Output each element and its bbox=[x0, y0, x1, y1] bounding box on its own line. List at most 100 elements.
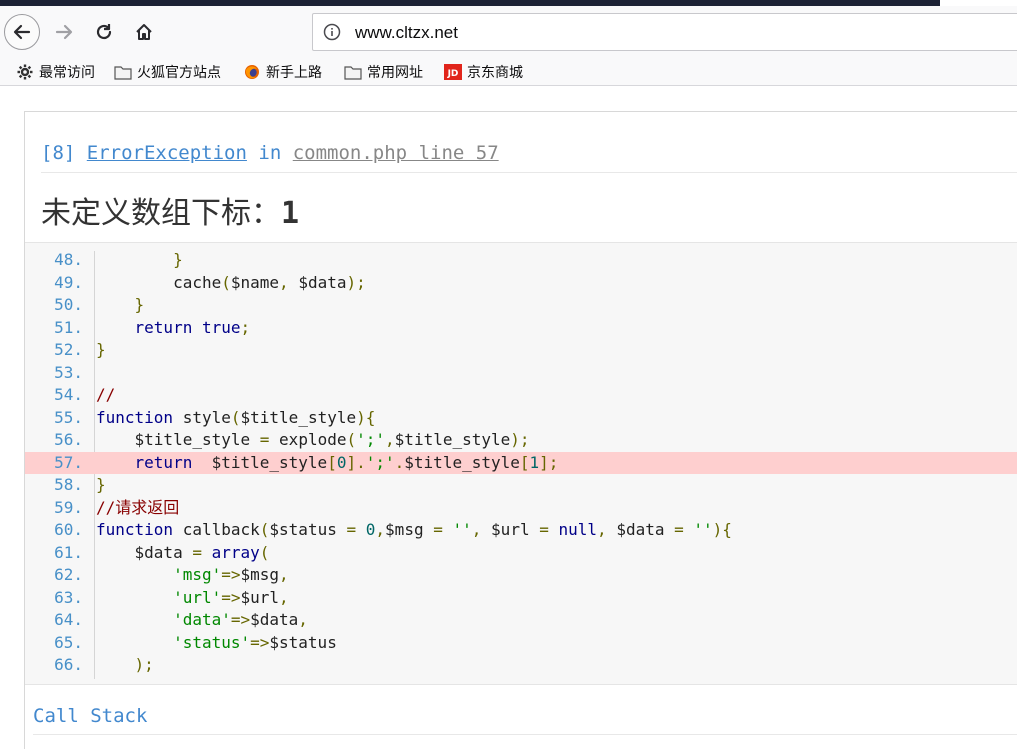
code-text: function callback($status = 0,$msg = '',… bbox=[96, 520, 732, 539]
jd-icon: JD bbox=[444, 64, 462, 80]
message-index: 1 bbox=[281, 196, 300, 231]
bookmark-label: 京东商城 bbox=[467, 65, 523, 81]
back-button[interactable] bbox=[4, 14, 40, 50]
divider bbox=[33, 734, 1017, 735]
code-text: //请求返回 bbox=[96, 497, 180, 517]
home-button[interactable] bbox=[126, 14, 162, 50]
file-location-link[interactable]: common.php line 57 bbox=[293, 142, 499, 164]
line-number: 51. bbox=[54, 317, 83, 337]
code-line: 66. ); bbox=[25, 654, 1017, 677]
code-line: 55. function style($title_style){ bbox=[25, 407, 1017, 430]
url-bar[interactable]: www.cltzx.net bbox=[312, 13, 1017, 51]
code-line: 48. } bbox=[25, 249, 1017, 272]
code-text: $data = array( bbox=[134, 542, 270, 562]
code-line: 49. cache($name, $data); bbox=[25, 272, 1017, 295]
message-text: 未定义数组下标： bbox=[41, 196, 281, 231]
code-text: $title_style = explode(';',$title_style)… bbox=[134, 430, 530, 449]
code-text: 'status'=>$status bbox=[173, 632, 337, 652]
line-number: 65. bbox=[54, 632, 83, 652]
bookmark-jd-mall[interactable]: JD 京东商城 bbox=[444, 61, 523, 83]
code-text: } bbox=[134, 295, 145, 314]
code-line: 54. // bbox=[25, 384, 1017, 407]
code-text: ); bbox=[134, 655, 154, 674]
divider bbox=[41, 172, 1017, 173]
svg-text:JD: JD bbox=[447, 69, 459, 79]
code-line: 60. function callback($status = 0,$msg = … bbox=[25, 519, 1017, 542]
bookmark-label: 常用网址 bbox=[367, 65, 423, 81]
code-line: 58.} bbox=[25, 474, 1017, 497]
code-text: return $title_style[0].';'.$title_style[… bbox=[134, 452, 559, 472]
reload-icon bbox=[96, 24, 112, 40]
code-text: function style($title_style){ bbox=[96, 407, 376, 427]
line-number: 49. bbox=[54, 272, 83, 292]
bookmark-getting-started[interactable]: 新手上路 bbox=[243, 61, 322, 83]
code-line: 61. $data = array( bbox=[25, 542, 1017, 565]
line-number: 53. bbox=[54, 362, 83, 382]
exception-header: [8] ErrorException in common.php line 57… bbox=[25, 112, 1017, 242]
home-icon bbox=[136, 24, 152, 40]
arrow-right-icon bbox=[55, 24, 73, 40]
call-stack-heading: Call Stack bbox=[33, 705, 148, 727]
in-word: in bbox=[258, 142, 282, 164]
code-text: } bbox=[173, 250, 183, 269]
error-code-line: 57. return $title_style[0].';'.$title_st… bbox=[25, 451, 1017, 474]
line-number: 57. bbox=[54, 452, 83, 472]
arrow-left-icon bbox=[13, 24, 31, 40]
code-text: } bbox=[96, 475, 106, 494]
bookmark-label: 最常访问 bbox=[39, 65, 95, 81]
forward-button[interactable] bbox=[46, 14, 82, 50]
code-line: 62. 'msg'=>$msg, bbox=[25, 564, 1017, 587]
line-number: 54. bbox=[54, 385, 83, 404]
code-text: cache($name, $data); bbox=[173, 272, 366, 292]
line-number: 64. bbox=[54, 610, 83, 629]
page-content: [8] ErrorException in common.php line 57… bbox=[0, 86, 1017, 749]
code-text: 'msg'=>$msg, bbox=[173, 565, 289, 584]
gear-icon bbox=[17, 64, 33, 80]
code-text: 'data'=>$data, bbox=[173, 610, 308, 629]
line-number: 62. bbox=[54, 565, 83, 584]
line-number: 48. bbox=[54, 250, 83, 269]
bookmark-label: 新手上路 bbox=[266, 65, 322, 81]
line-number: 58. bbox=[54, 475, 83, 494]
code-line: 53. bbox=[25, 362, 1017, 385]
source-code-block: 48. } 49. cache($name, $data); 50. } 51. re… bbox=[25, 242, 1017, 685]
code-text: 'url'=>$url, bbox=[173, 587, 289, 607]
line-number: 56. bbox=[54, 430, 83, 449]
info-icon[interactable] bbox=[323, 23, 341, 41]
code-line: 52.} bbox=[25, 339, 1017, 362]
line-number: 52. bbox=[54, 340, 83, 359]
bookmarks-bar: 最常访问 火狐官方站点 新手上路 常用网址 JD 京东商城 bbox=[0, 58, 1017, 86]
code-text: } bbox=[96, 340, 106, 359]
reload-button[interactable] bbox=[86, 14, 122, 50]
code-line: 51. return true; bbox=[25, 317, 1017, 340]
bookmark-most-visited[interactable]: 最常访问 bbox=[16, 61, 95, 83]
code-text: return true; bbox=[134, 317, 251, 337]
exception-panel: [8] ErrorException in common.php line 57… bbox=[24, 111, 1017, 749]
bookmark-firefox-sites[interactable]: 火狐官方站点 bbox=[114, 61, 221, 83]
line-number: 66. bbox=[54, 655, 83, 674]
url-text[interactable]: www.cltzx.net bbox=[355, 23, 458, 43]
line-number: 55. bbox=[54, 407, 83, 427]
code-text: // bbox=[96, 385, 116, 404]
line-number: 50. bbox=[54, 295, 83, 314]
code-line: 59. //请求返回 bbox=[25, 497, 1017, 520]
error-code: [8] bbox=[41, 142, 76, 164]
bookmark-label: 火狐官方站点 bbox=[137, 65, 221, 81]
bookmark-common-sites[interactable]: 常用网址 bbox=[344, 61, 423, 83]
firefox-icon bbox=[245, 65, 259, 79]
exception-title: [8] ErrorException in common.php line 57 bbox=[41, 142, 499, 164]
code-line: 56. $title_style = explode(';',$title_st… bbox=[25, 429, 1017, 452]
folder-icon bbox=[114, 66, 132, 80]
exception-message: 未定义数组下标：1 bbox=[41, 188, 299, 232]
code-line: 65. 'status'=>$status bbox=[25, 632, 1017, 655]
line-number: 60. bbox=[54, 520, 83, 539]
code-line: 64. 'data'=>$data, bbox=[25, 609, 1017, 632]
folder-icon bbox=[344, 66, 362, 80]
line-number: 63. bbox=[54, 587, 83, 607]
navigation-toolbar: www.cltzx.net bbox=[0, 6, 1017, 58]
line-number: 59. bbox=[54, 497, 83, 517]
code-line: 50. } bbox=[25, 294, 1017, 317]
line-number: 61. bbox=[54, 542, 83, 562]
code-line: 63. 'url'=>$url, bbox=[25, 587, 1017, 610]
exception-type-link[interactable]: ErrorException bbox=[87, 142, 247, 164]
